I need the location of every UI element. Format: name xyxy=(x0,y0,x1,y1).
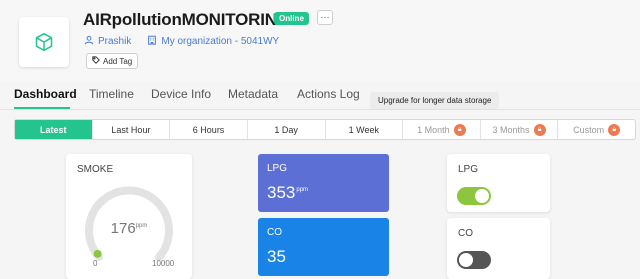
range-1-month[interactable]: 1 Month 🔒︎ xyxy=(403,120,481,139)
add-tag-button[interactable]: Add Tag xyxy=(86,53,139,69)
lpg-unit: ppm xyxy=(296,187,309,194)
range-label: Custom xyxy=(573,124,605,135)
range-label: Last Hour xyxy=(111,124,151,135)
upgrade-tooltip: Upgrade for longer data storage xyxy=(370,92,500,109)
tag-icon xyxy=(92,56,100,66)
active-tab-indicator xyxy=(14,107,70,109)
gauge-value-display: 176ppm xyxy=(66,220,192,237)
range-label: 1 Week xyxy=(348,124,379,135)
range-label: 6 Hours xyxy=(192,124,225,135)
co-switch-title: CO xyxy=(458,228,473,239)
lpg-value-title: LPG xyxy=(267,163,288,174)
tab-dashboard[interactable]: Dashboard xyxy=(14,87,77,101)
co-switch-widget: CO xyxy=(447,218,550,279)
organization-link[interactable]: My organization - 5041WY xyxy=(161,36,279,47)
add-tag-label: Add Tag xyxy=(103,56,133,66)
range-label: 1 Day xyxy=(274,124,298,135)
tab-actions-log[interactable]: Actions Log xyxy=(297,87,360,101)
device-header: AIRpollutionMONITORING Online ⋯ Prashik … xyxy=(0,0,640,82)
lock-icon: 🔒︎ xyxy=(533,123,546,136)
owner-link[interactable]: Prashik xyxy=(98,36,131,47)
toggle-knob xyxy=(459,253,473,267)
range-last-hour[interactable]: Last Hour xyxy=(93,120,171,139)
lpg-value-widget: LPG 353ppm xyxy=(258,154,389,212)
tab-bar: Dashboard Timeline Device Info Metadata … xyxy=(0,82,640,110)
co-value: 35 xyxy=(267,247,286,266)
gauge-max: 10000 xyxy=(152,259,175,268)
lock-icon: 🔒︎ xyxy=(453,123,466,136)
co-toggle[interactable] xyxy=(457,251,491,269)
co-value-widget: CO 35 xyxy=(258,218,389,276)
organization-icon xyxy=(147,35,157,48)
lpg-switch-title: LPG xyxy=(458,164,479,175)
range-custom[interactable]: Custom 🔒︎ xyxy=(558,120,635,139)
device-cube-icon xyxy=(19,17,69,67)
time-range-selector: Latest Last Hour 6 Hours 1 Day 1 Week 1 … xyxy=(14,119,636,140)
status-badge: Online xyxy=(274,12,309,25)
lpg-toggle[interactable] xyxy=(457,187,491,205)
lock-icon: 🔒︎ xyxy=(608,123,621,136)
gauge-min: 0 xyxy=(93,259,98,268)
range-3-months[interactable]: 3 Months 🔒︎ xyxy=(481,120,559,139)
gauge-value-indicator xyxy=(93,249,102,258)
gauge-title: SMOKE xyxy=(77,164,114,175)
lpg-value-display: 353ppm xyxy=(267,183,308,203)
owner-row: Prashik My organization - 5041WY xyxy=(84,35,279,48)
gauge-value: 176 xyxy=(110,220,136,237)
tab-timeline[interactable]: Timeline xyxy=(89,87,134,101)
tab-metadata[interactable]: Metadata xyxy=(228,87,278,101)
smoke-gauge-widget: SMOKE 176ppm 0 10000 xyxy=(66,154,192,279)
co-value-display: 35 xyxy=(267,247,286,267)
user-icon xyxy=(84,35,94,48)
more-options-button[interactable]: ⋯ xyxy=(317,10,333,25)
tab-device-info[interactable]: Device Info xyxy=(151,87,211,101)
range-label: Latest xyxy=(40,124,67,135)
device-title: AIRpollutionMONITORING xyxy=(83,10,290,29)
lpg-switch-widget: LPG xyxy=(447,154,550,212)
range-1-day[interactable]: 1 Day xyxy=(248,120,326,139)
toggle-knob xyxy=(475,189,489,203)
range-label: 1 Month xyxy=(417,124,450,135)
range-1-week[interactable]: 1 Week xyxy=(326,120,404,139)
gauge-unit: ppm xyxy=(135,223,148,229)
lpg-value: 353 xyxy=(267,183,296,202)
range-latest[interactable]: Latest xyxy=(15,120,93,139)
range-label: 3 Months xyxy=(492,124,530,135)
range-6-hours[interactable]: 6 Hours xyxy=(170,120,248,139)
co-value-title: CO xyxy=(267,227,282,238)
